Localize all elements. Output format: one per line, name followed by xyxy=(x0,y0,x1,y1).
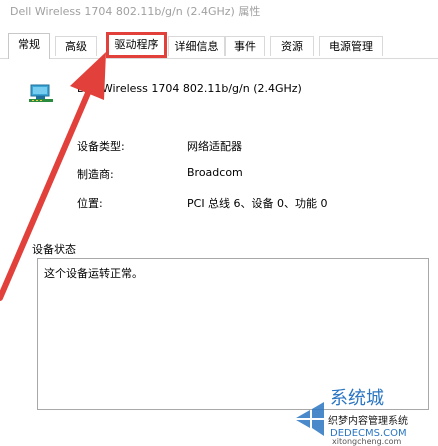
tab-events[interactable]: 事件 xyxy=(225,36,265,56)
location-value: PCI 总线 6、设备 0、功能 0 xyxy=(187,197,328,210)
watermark-line1: 织梦内容管理系统 xyxy=(328,414,408,427)
device-status-group-label: 设备状态 xyxy=(32,243,76,256)
watermark-url: xitongcheng.com xyxy=(332,437,402,446)
tab-advanced[interactable]: 高级 xyxy=(55,36,97,56)
title-bar: Dell Wireless 1704 802.11b/g/n (2.4GHz) … xyxy=(0,0,438,30)
network-adapter-icon xyxy=(29,84,53,102)
device-status-text: 这个设备运转正常。 xyxy=(44,267,143,280)
tab-bar: 常规 高级 驱动程序 详细信息 事件 资源 电源管理 xyxy=(0,30,438,59)
location-label: 位置: xyxy=(77,197,103,210)
tab-details[interactable]: 详细信息 xyxy=(168,36,225,56)
device-type-value: 网络适配器 xyxy=(187,140,242,153)
device-type-label: 设备类型: xyxy=(77,140,125,153)
window-title: Dell Wireless 1704 802.11b/g/n (2.4GHz) … xyxy=(10,5,261,18)
tab-power-management[interactable]: 电源管理 xyxy=(319,36,383,56)
watermark-logo: 系统城 织梦内容管理系统 DEDECMS.COM xitongcheng.com xyxy=(296,388,408,446)
tab-driver[interactable]: 驱动程序 xyxy=(106,32,167,58)
tab-general[interactable]: 常规 xyxy=(8,33,50,59)
manufacturer-value: Broadcom xyxy=(187,166,243,179)
device-name: Dell Wireless 1704 802.11b/g/n (2.4GHz) xyxy=(77,82,302,95)
manufacturer-label: 制造商: xyxy=(77,168,114,181)
watermark-brand: 系统城 xyxy=(330,388,384,409)
tab-resources[interactable]: 资源 xyxy=(270,36,314,56)
